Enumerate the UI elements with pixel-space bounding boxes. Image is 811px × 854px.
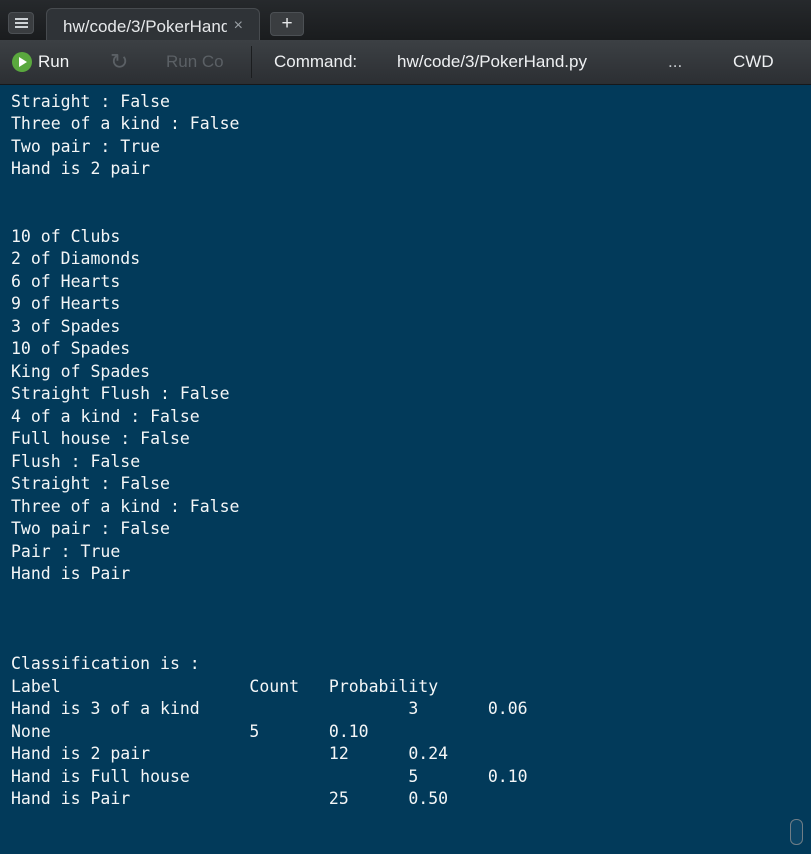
scrollbar[interactable] — [790, 819, 803, 845]
command-label: Command: — [274, 52, 358, 71]
tab-title: hw/code/3/PokerHand.py — [63, 17, 227, 36]
console-line: Pair : True — [11, 541, 121, 561]
rerun-icon[interactable]: ↻ — [110, 49, 128, 75]
console-line: Straight Flush : False — [11, 384, 230, 403]
console-line: 6 of Hearts — [11, 271, 121, 291]
run-toolbar: Run ↻ Run Co Command: hw/code/3/PokerHan… — [0, 40, 811, 85]
run-icon[interactable] — [12, 52, 32, 72]
console-line: Three of a kind : False — [11, 496, 240, 516]
close-icon[interactable]: × — [234, 17, 243, 35]
console-line: Straight : False — [11, 474, 170, 493]
console-line: None 5 0.10 — [11, 721, 369, 741]
console-line: Three of a kind : False — [11, 114, 240, 133]
console-line: King of Spades — [11, 361, 151, 381]
cwd-button[interactable]: CWD — [733, 52, 774, 72]
run-config-button[interactable]: Run Co — [166, 52, 224, 72]
menu-icon[interactable] — [8, 12, 34, 34]
console-line: 3 of Spades — [11, 316, 121, 336]
console-lines: Flush : False Straight : False Three of a … — [11, 85, 811, 811]
tab-pokerhand[interactable]: hw/code/3/PokerHand.py × — [46, 8, 260, 40]
console-line: Hand is 2 pair 12 0.24 — [11, 744, 449, 763]
console-line: Label Count Probability — [11, 676, 439, 696]
more-button[interactable]: ... — [668, 52, 682, 72]
console-line: Two pair : False — [11, 519, 170, 538]
console-line: 10 of Clubs — [11, 226, 121, 246]
console-line: Two pair : True — [11, 136, 161, 156]
command-input[interactable]: hw/code/3/PokerHand.py — [397, 52, 587, 72]
tab-bar: hw/code/3/PokerHand.py × + — [0, 0, 811, 40]
run-button[interactable]: Run — [38, 52, 69, 72]
ide-window: hw/code/3/PokerHand.py × + Run ↻ Run Co … — [0, 0, 811, 854]
console-line: 2 of Diamonds — [11, 249, 141, 268]
toolbar-divider — [251, 46, 252, 78]
console-line: Classification is : — [11, 654, 200, 673]
console-line: Hand is 3 of a kind 3 0.06 — [11, 699, 528, 718]
console-line: 10 of Spades — [11, 339, 131, 358]
console-line: Flush : False — [11, 451, 141, 471]
console-line: 4 of a kind : False — [11, 406, 200, 426]
console-line: Hand is Pair 25 0.50 — [11, 789, 449, 808]
console-line: Full house : False — [11, 429, 190, 448]
console-line: Hand is Full house 5 0.10 — [11, 766, 528, 786]
console-line: 9 of Hearts — [11, 294, 121, 313]
console-line: Straight : False — [11, 91, 170, 111]
console-output[interactable]: Flush : False Straight : False Three of a … — [0, 85, 811, 854]
new-tab-button[interactable]: + — [270, 12, 304, 36]
console-line: Hand is 2 pair — [11, 159, 151, 178]
console-line: Hand is Pair — [11, 564, 131, 583]
